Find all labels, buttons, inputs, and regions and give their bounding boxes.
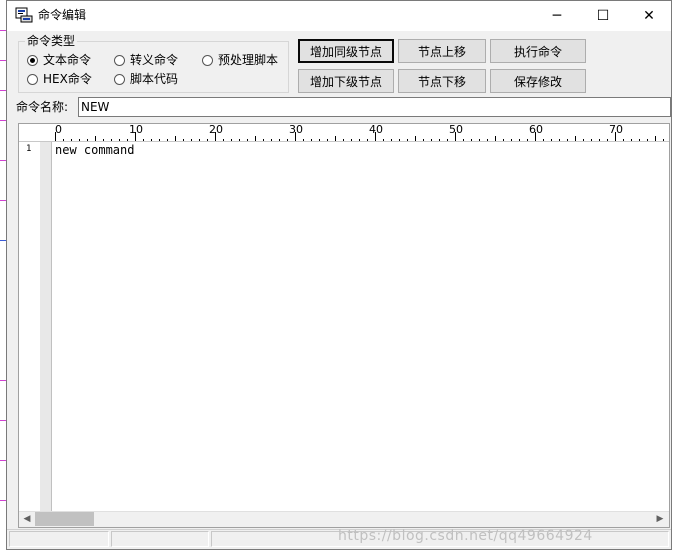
radio-selected-icon	[27, 54, 38, 66]
background-window-right	[672, 0, 680, 556]
code-editor[interactable]	[18, 123, 670, 528]
close-button[interactable]: ✕	[626, 1, 672, 30]
ruler-label: 30	[289, 123, 303, 136]
code-line[interactable]: new command	[55, 142, 134, 158]
add-child-node-button[interactable]: 增加下级节点	[298, 69, 394, 93]
minimize-icon: ─	[552, 7, 562, 24]
line-number-margin	[19, 142, 40, 511]
radio-icon	[202, 54, 213, 66]
close-icon: ✕	[643, 7, 655, 24]
radio-escape-command[interactable]: 转义命令	[114, 53, 178, 67]
command-name-input[interactable]: NEW	[78, 97, 671, 117]
status-panel	[9, 531, 109, 547]
scroll-right-icon[interactable]: ▶	[652, 511, 668, 527]
ruler-label: 0	[55, 123, 62, 136]
ruler-label: 70	[609, 123, 623, 136]
radio-label: 转义命令	[130, 53, 179, 67]
ruler-label: 60	[529, 123, 543, 136]
radio-icon	[114, 54, 125, 66]
column-ruler	[19, 124, 669, 142]
command-name-label: 命令名称:	[16, 100, 69, 114]
radio-preprocess-script[interactable]: 预处理脚本	[202, 53, 278, 67]
scroll-left-icon[interactable]: ◀	[19, 511, 35, 527]
radio-icon	[27, 73, 38, 85]
move-node-down-button[interactable]: 节点下移	[398, 69, 486, 93]
save-changes-button[interactable]: 保存修改	[490, 69, 586, 93]
radio-icon	[114, 73, 125, 85]
watermark-text: https://blog.csdn.net/qq49664924	[338, 528, 593, 544]
ruler-label: 50	[449, 123, 463, 136]
command-type-legend: 命令类型	[25, 34, 78, 48]
ruler-label: 20	[209, 123, 223, 136]
ruler-label: 40	[369, 123, 383, 136]
radio-text-command[interactable]: 文本命令	[27, 53, 91, 67]
minimize-button[interactable]: ─	[534, 1, 580, 30]
radio-hex-command[interactable]: HEX命令	[27, 72, 92, 86]
radio-script-code[interactable]: 脚本代码	[114, 72, 178, 86]
ruler-ticks	[55, 132, 664, 141]
radio-label: 预处理脚本	[218, 53, 279, 67]
scrollbar-thumb[interactable]	[35, 512, 94, 526]
status-panel	[111, 531, 209, 547]
horizontal-scrollbar[interactable]	[19, 511, 669, 527]
radio-label: 脚本代码	[130, 72, 179, 86]
move-node-up-button[interactable]: 节点上移	[398, 39, 486, 63]
maximize-icon: ☐	[596, 7, 610, 24]
maximize-button[interactable]: ☐	[580, 1, 626, 30]
add-sibling-node-button[interactable]: 增加同级节点	[298, 39, 394, 63]
app-icon	[15, 7, 33, 23]
execute-command-button[interactable]: 执行命令	[490, 39, 586, 63]
window-title: 命令编辑	[38, 8, 87, 22]
line-number: 1	[26, 144, 32, 154]
radio-label: HEX命令	[43, 72, 92, 86]
radio-label: 文本命令	[43, 53, 92, 67]
fold-margin	[40, 142, 52, 511]
ruler-label: 10	[129, 123, 143, 136]
